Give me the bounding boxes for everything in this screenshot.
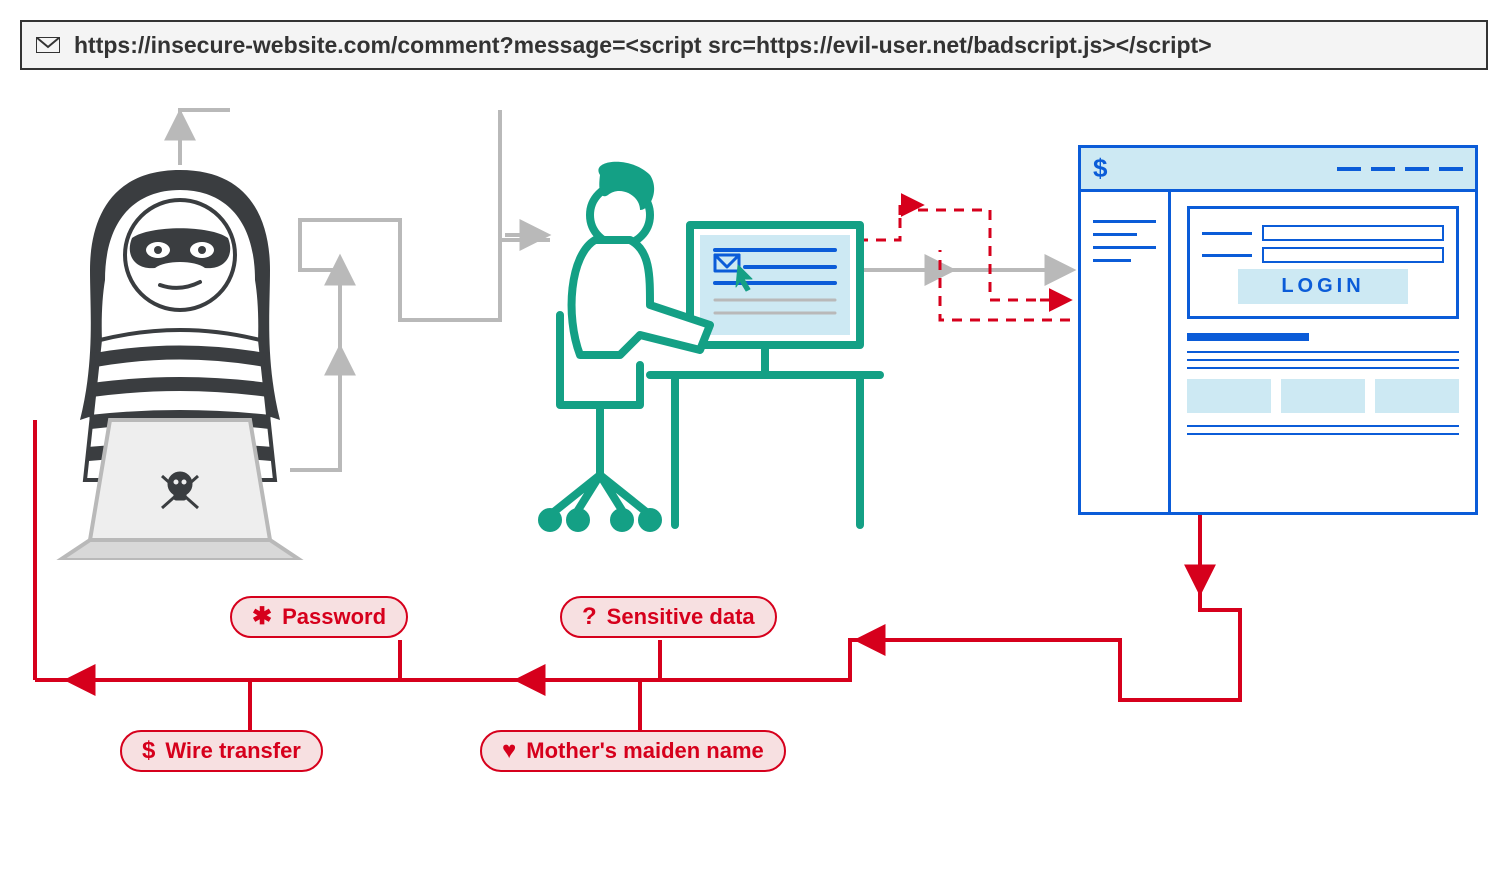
pill-label: Password [282, 604, 386, 630]
pill-wire-transfer: $ Wire transfer [120, 730, 323, 772]
attacker-illustration [40, 160, 320, 560]
username-field [1262, 225, 1444, 241]
pill-label: Mother's maiden name [526, 738, 764, 764]
login-form: LOGIN [1187, 206, 1459, 319]
password-field [1262, 247, 1444, 263]
asterisk-icon: ✱ [252, 605, 272, 629]
heart-icon: ♥ [502, 739, 516, 763]
window-controls [1337, 167, 1463, 171]
pill-maiden-name: ♥ Mother's maiden name [480, 730, 786, 772]
dollar-icon: $ [1093, 153, 1107, 184]
victim-illustration [500, 155, 890, 545]
pill-password: ✱ Password [230, 596, 408, 638]
login-button: LOGIN [1238, 269, 1407, 304]
pill-sensitive-data: ? Sensitive data [560, 596, 777, 638]
question-icon: ? [582, 605, 597, 629]
browser-sidebar [1081, 192, 1171, 512]
browser-titlebar: $ [1081, 148, 1475, 192]
browser-main: LOGIN [1171, 192, 1475, 512]
url-text: https://insecure-website.com/comment?mes… [74, 32, 1212, 59]
page-content-lines [1187, 333, 1459, 435]
dollar-icon: $ [142, 739, 155, 763]
envelope-icon [36, 37, 60, 53]
pill-label: Sensitive data [607, 604, 755, 630]
malicious-url-bar: https://insecure-website.com/comment?mes… [20, 20, 1488, 70]
pill-label: Wire transfer [165, 738, 301, 764]
target-website: $ LOGIN [1078, 145, 1478, 515]
